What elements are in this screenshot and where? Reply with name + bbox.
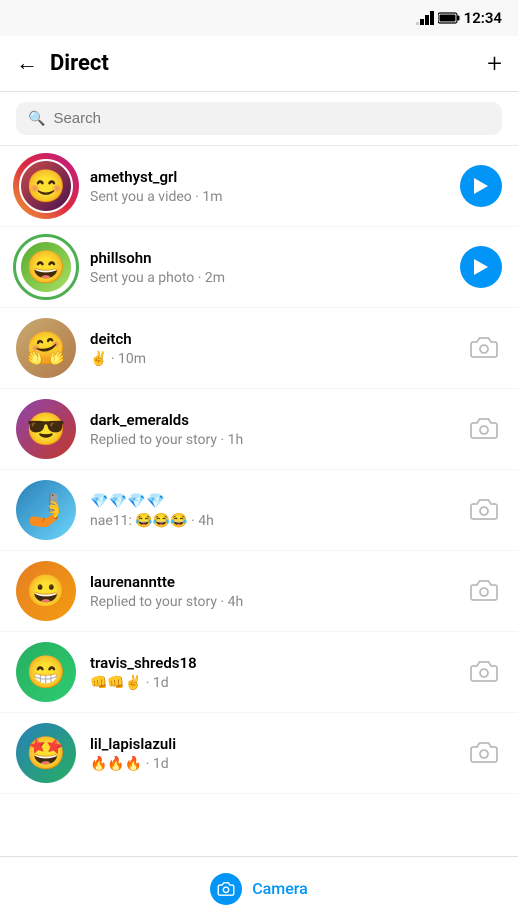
list-item[interactable]: 😄 phillsohn Sent you a photo · 2m	[0, 227, 518, 308]
camera-label[interactable]: Camera	[252, 879, 308, 898]
avatar: 😊	[16, 156, 76, 216]
message-preview: Sent you a video · 1m	[90, 189, 448, 205]
message-preview: Replied to your story · 1h	[90, 432, 454, 448]
avatar: 😎	[16, 399, 76, 459]
message-info: amethyst_grl Sent you a video · 1m	[90, 168, 448, 205]
search-input[interactable]	[53, 110, 490, 127]
message-info: 💎💎💎💎 nae11: 😂😂😂 · 4h	[90, 492, 454, 529]
message-info: travis_shreds18 👊👊✌️ · 1d	[90, 654, 454, 691]
message-info: dark_emeralds Replied to your story · 1h	[90, 411, 454, 448]
username: amethyst_grl	[90, 168, 448, 186]
signal-icon	[416, 9, 434, 27]
play-button[interactable]	[460, 165, 502, 207]
header: ← Direct +	[0, 36, 518, 92]
search-wrapper: 🔍	[16, 102, 502, 135]
camera-button[interactable]	[466, 492, 502, 528]
message-preview: 👊👊✌️ · 1d	[90, 675, 454, 691]
avatar: 😄	[16, 237, 76, 297]
avatar: 😁	[16, 642, 76, 702]
page-title: Direct	[50, 51, 487, 76]
back-button[interactable]: ←	[16, 53, 38, 75]
camera-icon[interactable]	[210, 873, 242, 905]
list-item[interactable]: 😀 laurenanntte Replied to your story · 4…	[0, 551, 518, 632]
username: dark_emeralds	[90, 411, 454, 429]
battery-icon	[438, 12, 460, 24]
new-message-button[interactable]: +	[487, 49, 502, 79]
message-preview: Replied to your story · 4h	[90, 594, 454, 610]
message-info: laurenanntte Replied to your story · 4h	[90, 573, 454, 610]
status-icons: 12:34	[416, 9, 502, 27]
list-item[interactable]: 😊 amethyst_grl Sent you a video · 1m	[0, 146, 518, 227]
username: travis_shreds18	[90, 654, 454, 672]
status-time: 12:34	[464, 9, 502, 27]
list-item[interactable]: 🤳 💎💎💎💎 nae11: 😂😂😂 · 4h	[0, 470, 518, 551]
list-item[interactable]: 😎 dark_emeralds Replied to your story · …	[0, 389, 518, 470]
bottom-bar: Camera	[0, 856, 518, 920]
message-preview: ✌️ · 10m	[90, 351, 454, 367]
message-list: 😊 amethyst_grl Sent you a video · 1m 😄	[0, 146, 518, 794]
username: laurenanntte	[90, 573, 454, 591]
avatar: 🤩	[16, 723, 76, 783]
avatar: 😀	[16, 561, 76, 621]
search-icon: 🔍	[28, 111, 45, 127]
message-preview: nae11: 😂😂😂 · 4h	[90, 513, 454, 529]
status-bar: 12:34	[0, 0, 518, 36]
username: phillsohn	[90, 249, 448, 267]
play-button[interactable]	[460, 246, 502, 288]
list-item[interactable]: 😁 travis_shreds18 👊👊✌️ · 1d	[0, 632, 518, 713]
camera-button[interactable]	[466, 330, 502, 366]
camera-button[interactable]	[466, 735, 502, 771]
search-bar: 🔍	[0, 92, 518, 146]
username: deitch	[90, 330, 454, 348]
username: lil_lapislazuli	[90, 735, 454, 753]
camera-button[interactable]	[466, 654, 502, 690]
avatar: 🤗	[16, 318, 76, 378]
username: 💎💎💎💎	[90, 492, 454, 510]
avatar: 🤳	[16, 480, 76, 540]
camera-button[interactable]	[466, 573, 502, 609]
message-preview: 🔥🔥🔥 · 1d	[90, 756, 454, 772]
message-info: deitch ✌️ · 10m	[90, 330, 454, 367]
list-item[interactable]: 🤩 lil_lapislazuli 🔥🔥🔥 · 1d	[0, 713, 518, 794]
message-preview: Sent you a photo · 2m	[90, 270, 448, 286]
message-info: lil_lapislazuli 🔥🔥🔥 · 1d	[90, 735, 454, 772]
camera-button[interactable]	[466, 411, 502, 447]
list-item[interactable]: 🤗 deitch ✌️ · 10m	[0, 308, 518, 389]
message-info: phillsohn Sent you a photo · 2m	[90, 249, 448, 286]
